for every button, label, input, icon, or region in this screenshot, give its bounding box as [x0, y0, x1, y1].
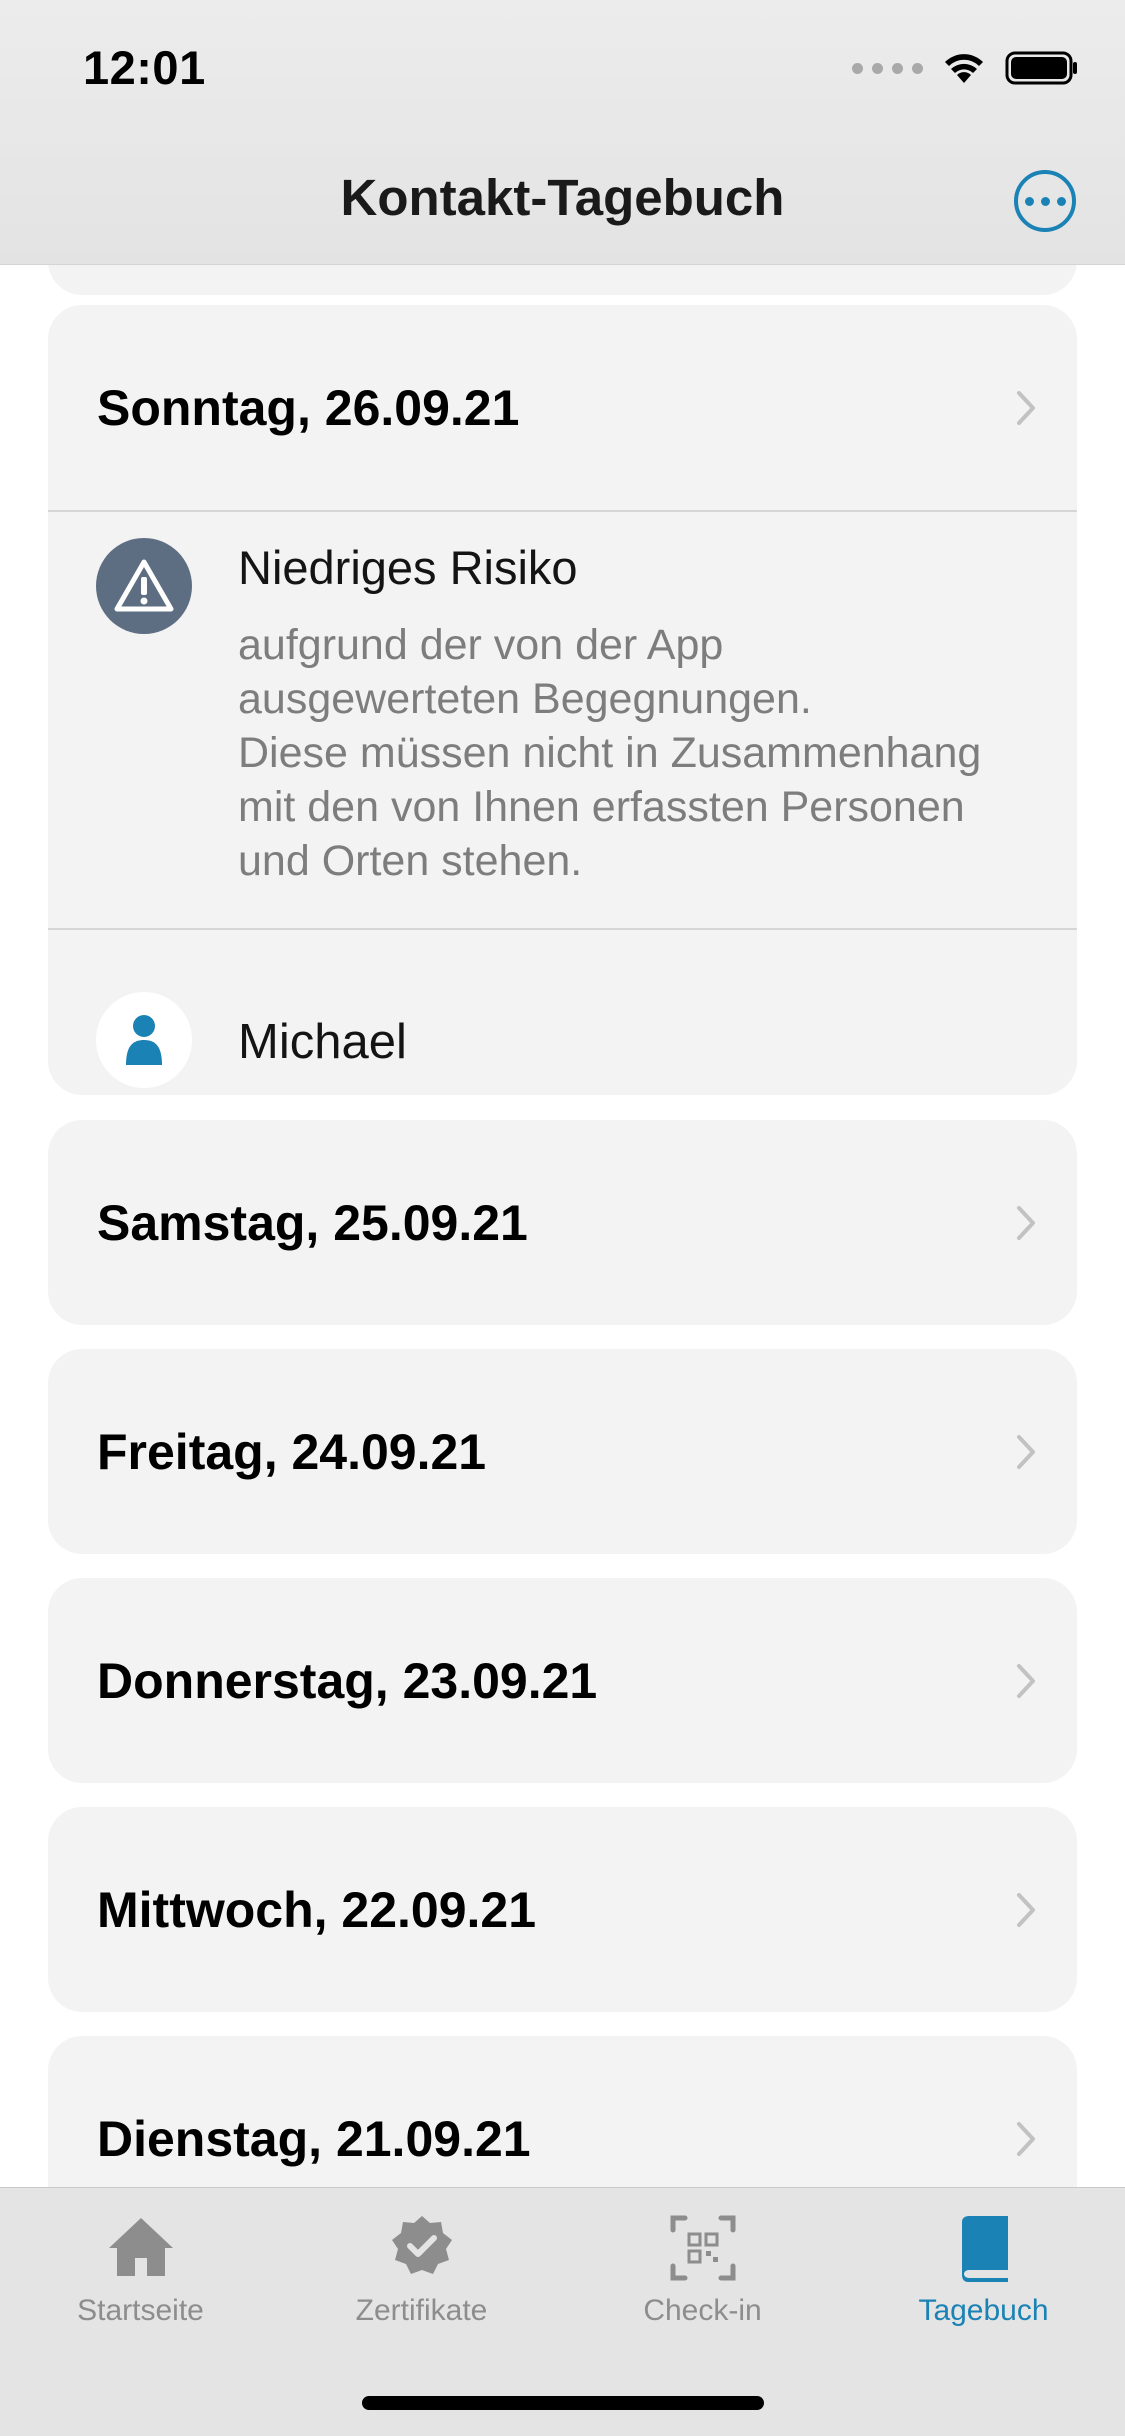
tab-zertifikate[interactable]: Zertifikate: [281, 2210, 562, 2340]
home-icon: [108, 2218, 173, 2276]
tab-startseite[interactable]: Startseite: [0, 2210, 281, 2340]
chevron-right-icon: [1017, 1892, 1035, 1927]
more-dot-icon: [1056, 196, 1066, 206]
day-row[interactable]: Freitag, 24.09.21: [48, 1349, 1077, 1554]
person-name: Michael: [238, 1015, 407, 1069]
day-row[interactable]: Donnerstag, 23.09.21: [48, 1578, 1077, 1783]
qr-scan-icon: [670, 2215, 735, 2281]
day-row[interactable]: Sonntag, 26.09.21: [48, 305, 1077, 510]
day-row[interactable]: Dienstag, 21.09.21: [48, 2036, 1077, 2187]
status-icons: [852, 48, 1079, 88]
risk-title: Niedriges Risiko: [238, 541, 578, 594]
day-label: Mittwoch, 22.09.21: [97, 1881, 537, 1938]
chevron-right-icon: [1017, 1663, 1035, 1698]
screen: 12:01 Kontakt-Tagebuch Sonntag, 26.09.21…: [0, 0, 1125, 2436]
risk-description: aufgrund der von der App ausgewerteten B…: [238, 621, 982, 885]
chevron-right-icon: [1017, 2121, 1035, 2156]
tab-label: Tagebuch: [918, 2294, 1049, 2327]
home-indicator[interactable]: [362, 2396, 764, 2410]
certificate-badge-icon: [391, 2216, 452, 2274]
previous-card-edge: [48, 265, 1077, 295]
tab-check-in[interactable]: Check-in: [562, 2210, 843, 2340]
tab-label: Check-in: [643, 2294, 762, 2327]
tab-label: Startseite: [77, 2294, 204, 2327]
day-label: Sonntag, 26.09.21: [97, 379, 520, 436]
status-time: 12:01: [83, 41, 206, 94]
day-card[interactable]: Mittwoch, 22.09.21: [48, 1807, 1077, 2012]
day-card-expanded: Sonntag, 26.09.21 Niedriges Risiko aufgr…: [48, 305, 1077, 1095]
wifi-icon: [945, 54, 983, 83]
day-card[interactable]: Dienstag, 21.09.21: [48, 2036, 1077, 2187]
contact-person-row[interactable]: Michael: [48, 930, 1077, 1146]
book-icon: [961, 2216, 1008, 2282]
day-row[interactable]: Samstag, 25.09.21: [48, 1120, 1077, 1325]
day-label: Donnerstag, 23.09.21: [97, 1652, 598, 1709]
risk-status: Niedriges Risiko aufgrund der von der Ap…: [48, 512, 1077, 928]
day-label: Dienstag, 21.09.21: [97, 2110, 531, 2167]
day-row[interactable]: Mittwoch, 22.09.21: [48, 1807, 1077, 2012]
more-dot-icon: [1024, 196, 1034, 206]
tab-tagebuch[interactable]: Tagebuch: [843, 2210, 1124, 2340]
person-icon: [96, 992, 192, 1088]
day-label: Samstag, 25.09.21: [97, 1194, 528, 1251]
tab-label: Zertifikate: [355, 2294, 488, 2327]
more-options-button[interactable]: [1014, 170, 1076, 232]
battery-icon: [1005, 51, 1077, 85]
diary-list[interactable]: Sonntag, 26.09.21 Niedriges Risiko aufgr…: [0, 265, 1125, 2187]
day-card[interactable]: Samstag, 25.09.21: [48, 1120, 1077, 1325]
chevron-right-icon: [1017, 390, 1035, 425]
day-card[interactable]: Freitag, 24.09.21: [48, 1349, 1077, 1554]
header: 12:01 Kontakt-Tagebuch: [0, 0, 1125, 265]
chevron-right-icon: [1017, 1205, 1035, 1240]
day-label: Freitag, 24.09.21: [97, 1423, 487, 1480]
more-dot-icon: [1040, 196, 1050, 206]
chevron-right-icon: [1017, 1434, 1035, 1469]
page-title: Kontakt-Tagebuch: [340, 169, 785, 226]
cellular-signal-icon: [852, 62, 923, 74]
day-card[interactable]: Donnerstag, 23.09.21: [48, 1578, 1077, 1783]
warning-icon: [96, 538, 192, 634]
